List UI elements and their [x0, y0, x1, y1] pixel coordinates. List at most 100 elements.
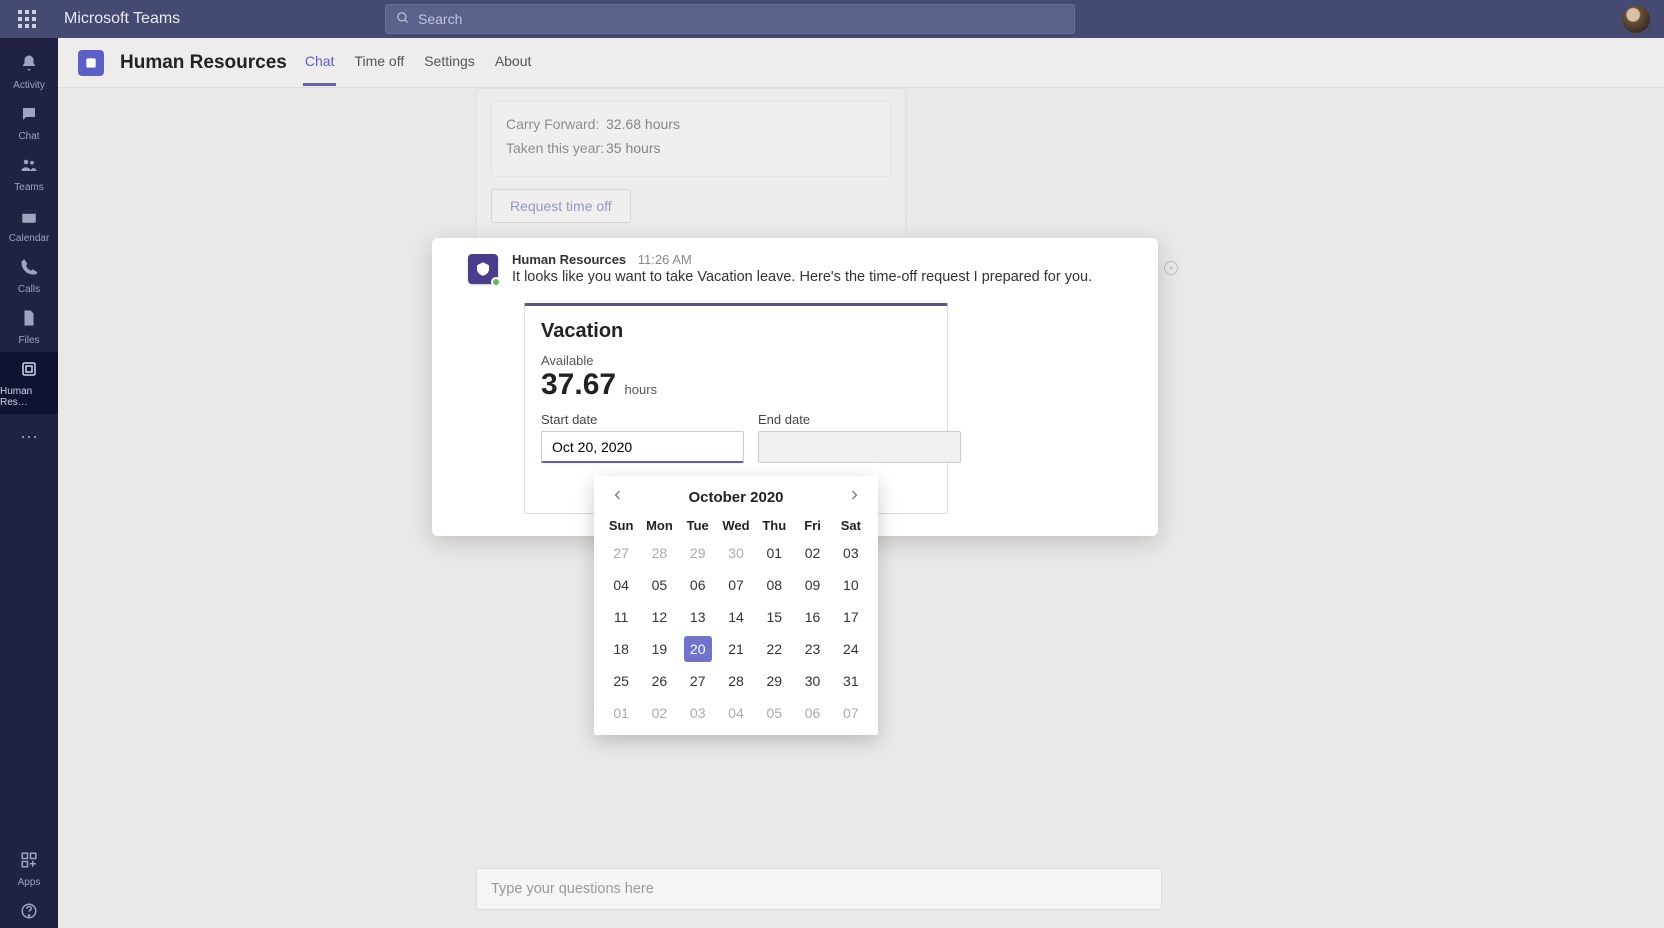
tab-about[interactable]: About: [493, 39, 534, 86]
previous-time-off-card: Carry Forward: 32.68 hours Taken this ye…: [476, 88, 906, 242]
rail-help[interactable]: [0, 894, 58, 928]
help-icon: [20, 902, 38, 925]
header-app-icon: [78, 50, 104, 76]
bot-message-text: It looks like you want to take Vacation …: [512, 269, 1092, 285]
compose-input[interactable]: [491, 881, 1147, 897]
calendar-day-cell[interactable]: 07: [717, 569, 755, 601]
calendar-day-cell[interactable]: 05: [755, 697, 793, 729]
calendar-day-cell[interactable]: 18: [602, 633, 640, 665]
calendar-day-cell[interactable]: 29: [679, 537, 717, 569]
calendar-day-cell[interactable]: 06: [679, 569, 717, 601]
calendar-day-cell[interactable]: 31: [832, 665, 870, 697]
calendar-day-cell[interactable]: 25: [602, 665, 640, 697]
app-launcher-icon[interactable]: [18, 10, 36, 28]
search-input[interactable]: [418, 11, 1064, 27]
calendar-day-cell[interactable]: 27: [679, 665, 717, 697]
calendar-day-cell[interactable]: 26: [640, 665, 678, 697]
calendar-day-cell[interactable]: 27: [602, 537, 640, 569]
search-box[interactable]: [385, 4, 1075, 34]
calendar-day-cell[interactable]: 02: [640, 697, 678, 729]
calendar-day-cell[interactable]: 01: [755, 537, 793, 569]
request-time-off-button[interactable]: Request time off: [491, 189, 631, 223]
conversation-header: Human Resources Chat Time off Settings A…: [58, 38, 1664, 88]
more-icon: ···: [20, 426, 38, 446]
rail-chat-label: Chat: [18, 131, 39, 142]
calendar-grid: SunMonTueWedThuFriSat 272829300102030405…: [602, 514, 870, 729]
calendar-day-cell[interactable]: 19: [640, 633, 678, 665]
end-date-label: End date: [758, 412, 961, 427]
calendar-day-cell[interactable]: 01: [602, 697, 640, 729]
calendar-day-cell[interactable]: 04: [717, 697, 755, 729]
calendar-day-cell[interactable]: 17: [832, 601, 870, 633]
calendar-day-header: Fri: [793, 514, 831, 537]
rail-human-resources[interactable]: Human Res…: [0, 352, 58, 414]
calendar-day-cell[interactable]: 21: [717, 633, 755, 665]
carry-forward-label: Carry Forward:: [506, 116, 606, 132]
rail-more[interactable]: ···: [20, 414, 38, 459]
rail-files[interactable]: Files: [0, 301, 58, 352]
hr-app-icon: [20, 360, 38, 383]
calendar-day-cell[interactable]: 29: [755, 665, 793, 697]
main-column: Human Resources Chat Time off Settings A…: [58, 38, 1664, 928]
calendar-day-cell[interactable]: 05: [640, 569, 678, 601]
calendar-day-cell[interactable]: 12: [640, 601, 678, 633]
tab-time-off[interactable]: Time off: [352, 39, 406, 86]
calendar-day-cell[interactable]: 30: [717, 537, 755, 569]
calendar-day-cell[interactable]: 06: [793, 697, 831, 729]
calendar-day-cell[interactable]: 13: [679, 601, 717, 633]
calendar-day-cell[interactable]: 16: [793, 601, 831, 633]
calendar-day-cell[interactable]: 04: [602, 569, 640, 601]
available-value: 37.67: [541, 368, 616, 402]
rail-teams[interactable]: Teams: [0, 148, 58, 199]
teams-icon: [20, 156, 38, 179]
calendar-day-cell[interactable]: 28: [640, 537, 678, 569]
next-month-button[interactable]: [844, 488, 864, 506]
bell-icon: [20, 54, 38, 77]
rail-hr-label: Human Res…: [0, 386, 58, 408]
compose-box[interactable]: [476, 868, 1162, 910]
calendar-day-cell[interactable]: 20: [679, 633, 717, 665]
presence-available-icon: [491, 277, 501, 287]
calendar-day-cell[interactable]: 08: [755, 569, 793, 601]
calendar-day-cell[interactable]: 22: [755, 633, 793, 665]
tab-chat[interactable]: Chat: [303, 39, 337, 86]
available-unit: hours: [625, 382, 658, 397]
calendar-day-cell[interactable]: 09: [793, 569, 831, 601]
calendar-day-cell[interactable]: 15: [755, 601, 793, 633]
app-rail: Activity Chat Teams Calendar Calls: [0, 38, 58, 928]
rail-calls[interactable]: Calls: [0, 250, 58, 301]
calendar-day-cell[interactable]: 02: [793, 537, 831, 569]
calendar-day-cell[interactable]: 03: [832, 537, 870, 569]
rail-apps[interactable]: Apps: [0, 843, 58, 894]
calendar-day-cell[interactable]: 14: [717, 601, 755, 633]
calendar-day-header: Thu: [755, 514, 793, 537]
bot-name: Human Resources: [512, 252, 626, 267]
tab-settings[interactable]: Settings: [422, 39, 477, 86]
user-avatar[interactable]: [1622, 5, 1650, 33]
taken-this-year-label: Taken this year:: [506, 140, 606, 156]
calendar-day-cell[interactable]: 11: [602, 601, 640, 633]
calendar-day-cell[interactable]: 07: [832, 697, 870, 729]
prev-month-button[interactable]: [608, 488, 628, 506]
search-icon: [396, 11, 410, 28]
rail-chat[interactable]: Chat: [0, 97, 58, 148]
date-picker: October 2020 SunMonTueWedThuFriSat 27282…: [594, 476, 878, 735]
rail-calendar[interactable]: Calendar: [0, 199, 58, 250]
calendar-icon: [20, 207, 38, 230]
bot-avatar-icon: [468, 254, 498, 284]
end-date-input[interactable]: [758, 431, 961, 463]
calendar-day-cell[interactable]: 03: [679, 697, 717, 729]
rail-teams-label: Teams: [14, 182, 43, 193]
title-bar: Microsoft Teams: [0, 0, 1664, 38]
rail-calls-label: Calls: [18, 284, 40, 295]
start-date-input[interactable]: [541, 431, 744, 463]
rail-activity[interactable]: Activity: [0, 46, 58, 97]
calendar-day-cell[interactable]: 30: [793, 665, 831, 697]
available-label: Available: [541, 353, 931, 368]
calendar-day-cell[interactable]: 23: [793, 633, 831, 665]
calendar-day-cell[interactable]: 28: [717, 665, 755, 697]
card-title: Vacation: [541, 320, 931, 343]
calendar-day-header: Sat: [832, 514, 870, 537]
calendar-day-cell[interactable]: 10: [832, 569, 870, 601]
calendar-day-cell[interactable]: 24: [832, 633, 870, 665]
